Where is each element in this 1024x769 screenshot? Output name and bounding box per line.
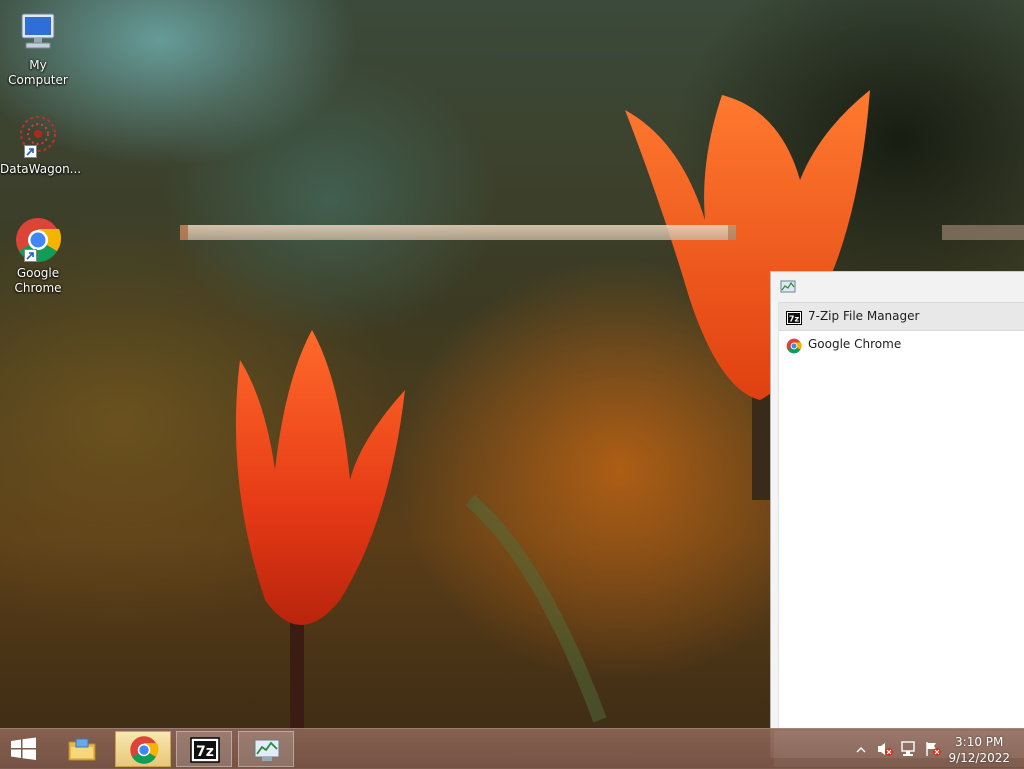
datawagon-icon	[14, 112, 62, 160]
jump-list-header	[771, 272, 1024, 303]
network-icon[interactable]	[900, 741, 918, 760]
jump-list-item-7zip[interactable]: 7z 7-Zip File Manager	[779, 302, 1024, 331]
desktop-icon-my-computer[interactable]: My Computer	[0, 8, 76, 88]
desktop-icon-google-chrome[interactable]: Google Chrome	[0, 216, 76, 296]
taskbar-file-explorer[interactable]	[54, 731, 110, 767]
taskbar-task-manager[interactable]	[238, 731, 294, 767]
start-button[interactable]	[9, 737, 39, 764]
system-clock[interactable]: 3:10 PM 9/12/2022	[948, 734, 1010, 766]
svg-text:7z: 7z	[789, 315, 800, 324]
folder-icon	[67, 734, 97, 767]
volume-muted-icon[interactable]	[876, 741, 894, 760]
taskbar-google-chrome[interactable]	[115, 731, 171, 767]
svg-text:7z: 7z	[196, 744, 214, 760]
shortcut-arrow-icon	[24, 145, 37, 158]
jump-list-strip	[771, 302, 779, 758]
action-center-flag-icon[interactable]	[924, 741, 942, 760]
translucent-bar	[180, 225, 736, 240]
computer-icon	[14, 8, 62, 56]
7zip-icon: 7z	[786, 309, 802, 325]
system-tray: 3:10 PM 9/12/2022	[774, 729, 1024, 769]
jump-list-panel: 7z 7-Zip File Manager Google Chrome	[770, 271, 1024, 758]
taskbar-7zip[interactable]: 7z	[176, 731, 232, 767]
clock-time: 3:10 PM	[955, 735, 1004, 749]
jump-list-item-label: Google Chrome	[808, 337, 902, 351]
show-hidden-icons-chevron-icon[interactable]	[856, 743, 866, 757]
jump-list-item-label: 7-Zip File Manager	[808, 309, 920, 323]
desktop-icon-label: Google Chrome	[14, 266, 62, 295]
shortcut-arrow-icon	[24, 249, 37, 262]
chrome-icon	[14, 216, 62, 264]
desktop-icon-label: My Computer	[8, 58, 68, 87]
taskbar: 7z 3:10 PM 9/12/2022	[0, 728, 1024, 769]
task-manager-icon	[252, 735, 282, 768]
task-manager-icon	[780, 279, 796, 298]
desktop-icon-label: DataWagon...	[0, 162, 82, 176]
windows-logo-icon	[11, 737, 36, 760]
desktop-icon-datawagon[interactable]: DataWagon...	[0, 112, 82, 177]
translucent-bar-right	[942, 225, 1024, 240]
chrome-icon	[786, 337, 802, 354]
jump-list-item-chrome[interactable]: Google Chrome	[779, 331, 1024, 358]
clock-date: 9/12/2022	[948, 751, 1010, 765]
7zip-icon: 7z	[190, 735, 220, 768]
chrome-icon	[129, 735, 159, 768]
